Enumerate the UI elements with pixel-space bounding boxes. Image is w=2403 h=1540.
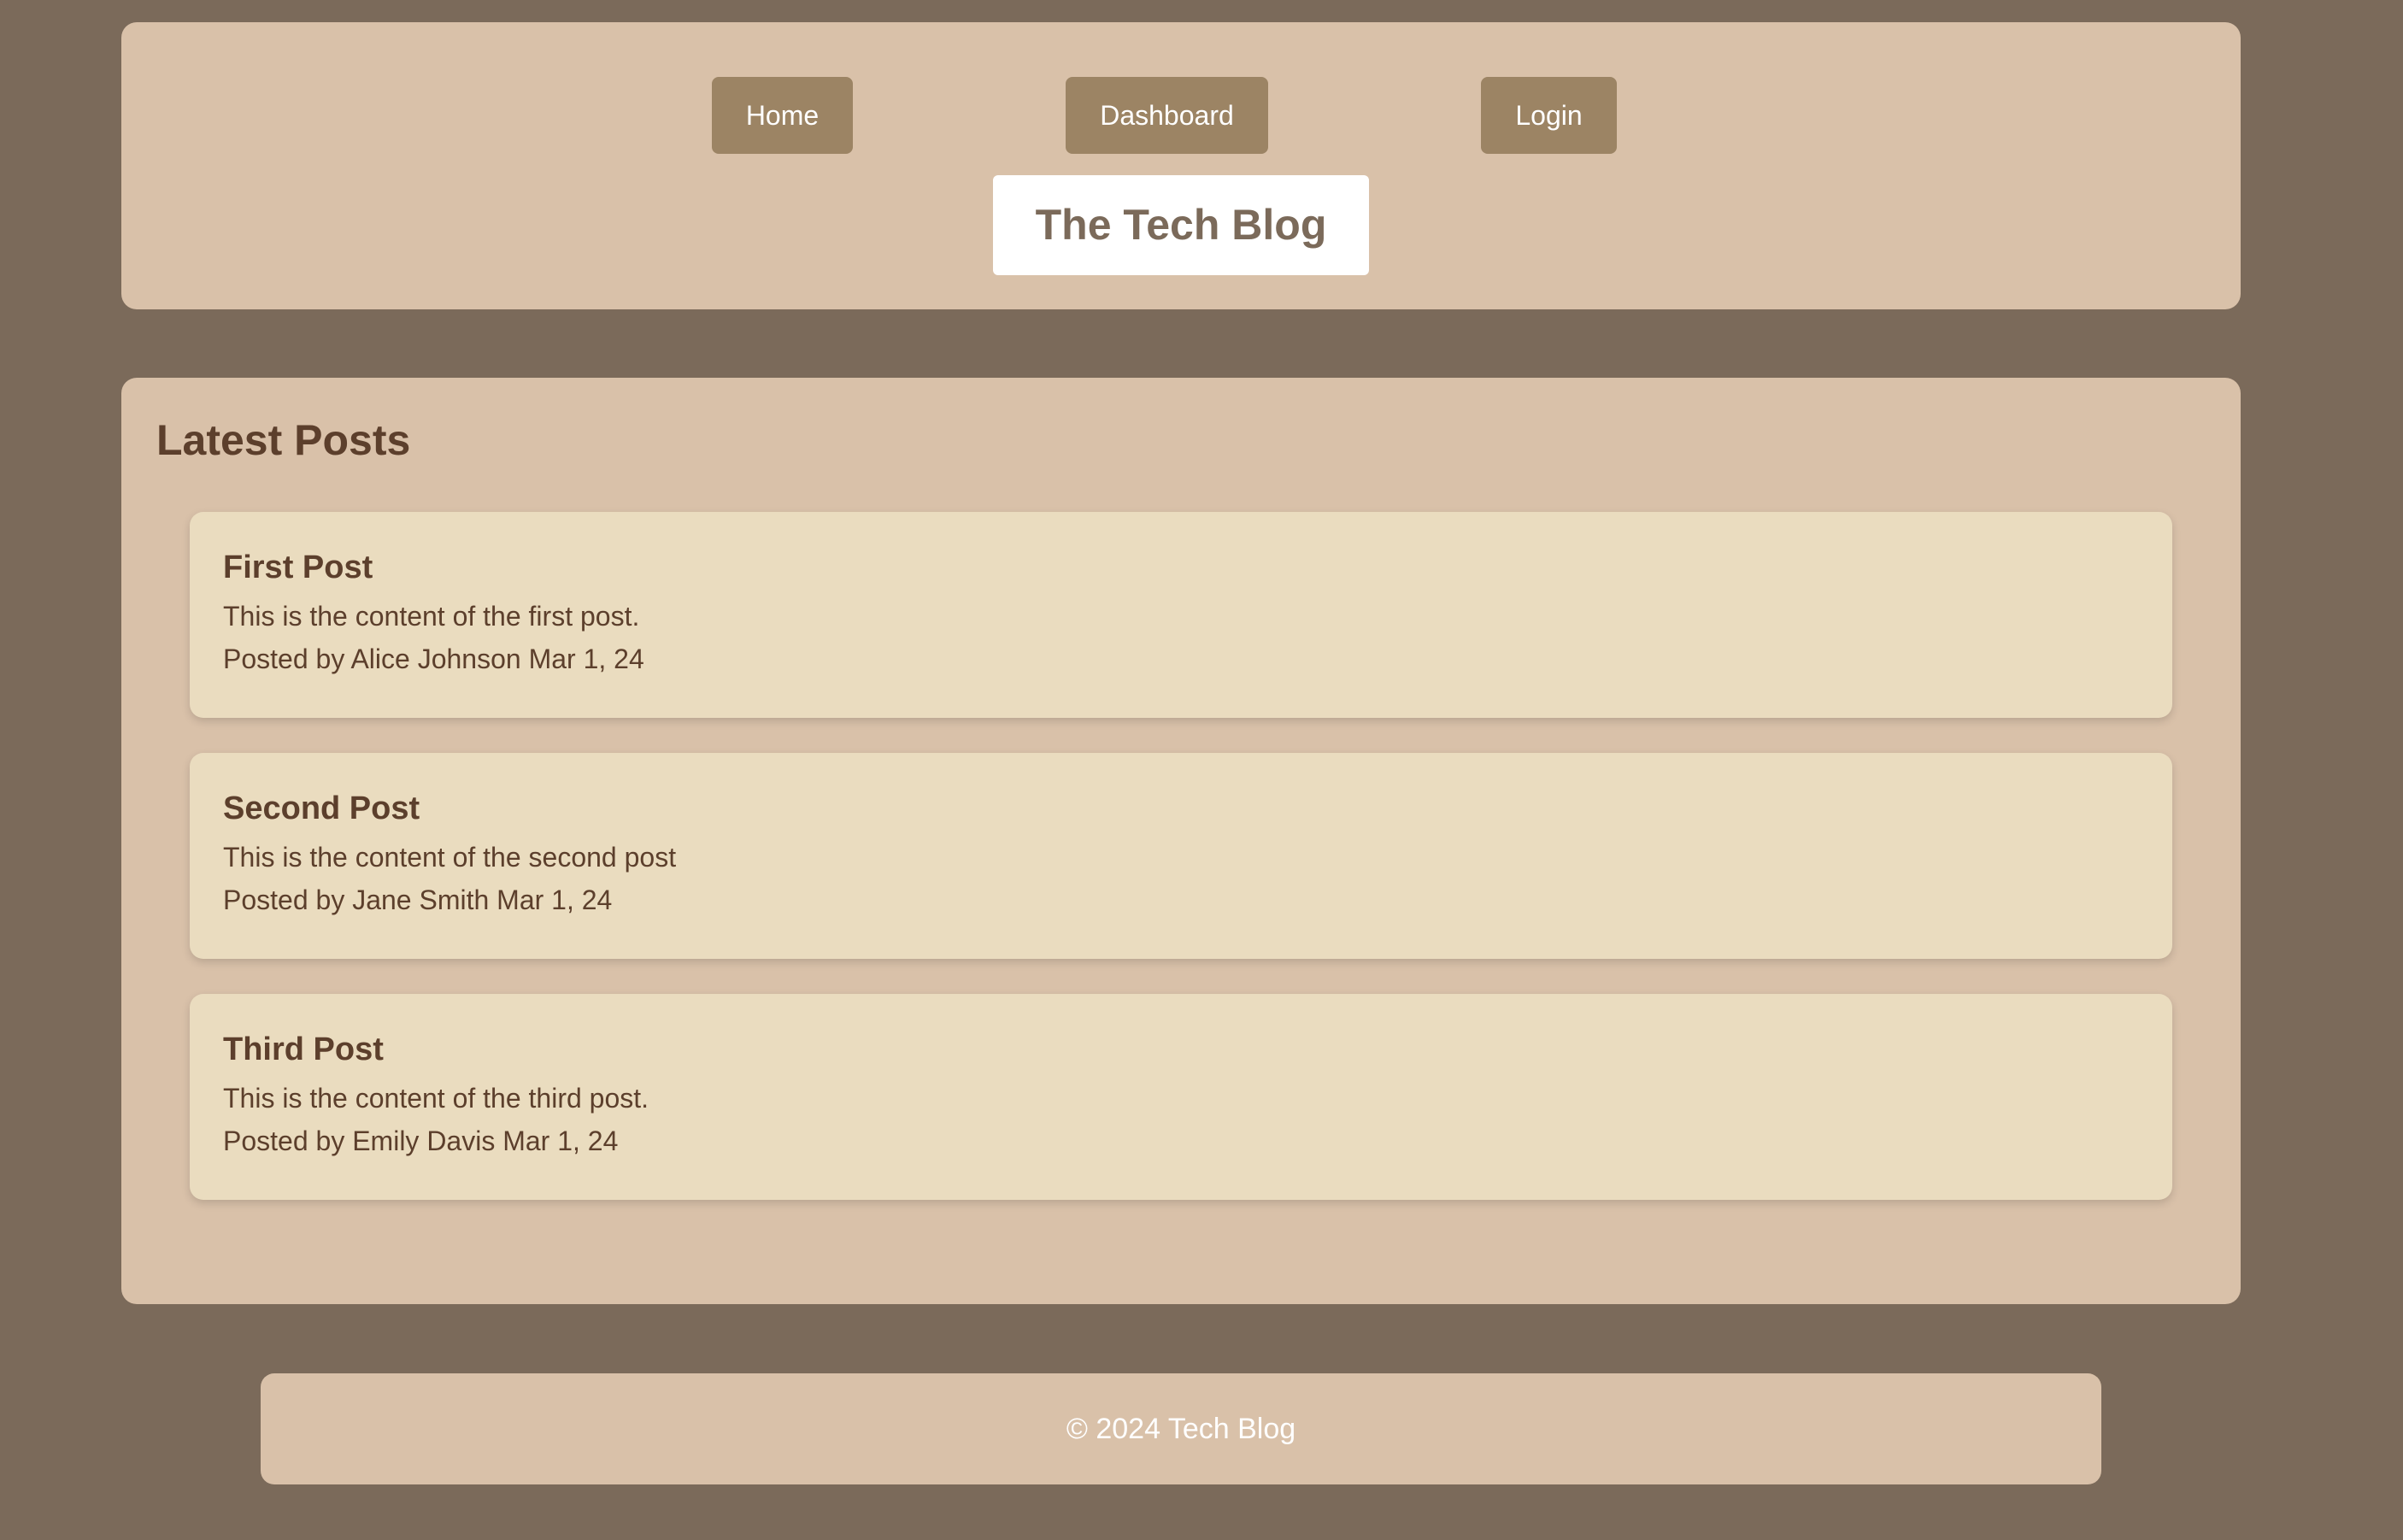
- nav-dashboard-button[interactable]: Dashboard: [1066, 77, 1268, 154]
- latest-posts-section: Latest Posts First Post This is the cont…: [121, 378, 2241, 1304]
- post-title[interactable]: Third Post: [223, 1032, 384, 1068]
- nav-login-button[interactable]: Login: [1481, 77, 1617, 154]
- section-title: Latest Posts: [156, 416, 411, 464]
- post-title[interactable]: First Post: [223, 550, 373, 586]
- post-content: This is the content of the first post.: [223, 601, 640, 632]
- post-meta: Posted by Jane Smith Mar 1, 24: [223, 885, 613, 915]
- site-footer: © 2024 Tech Blog: [261, 1373, 2101, 1484]
- post-meta: Posted by Emily Davis Mar 1, 24: [223, 1126, 619, 1156]
- post-card[interactable]: Second Post This is the content of the s…: [190, 753, 2172, 959]
- post-card[interactable]: First Post This is the content of the fi…: [190, 512, 2172, 718]
- post-title[interactable]: Second Post: [223, 791, 420, 827]
- site-header: Home Dashboard Login The Tech Blog: [121, 22, 2241, 309]
- site-title: The Tech Blog: [993, 175, 1369, 275]
- post-meta: Posted by Alice Johnson Mar 1, 24: [223, 644, 644, 674]
- post-card[interactable]: Third Post This is the content of the th…: [190, 994, 2172, 1200]
- post-content: This is the content of the second post: [223, 842, 677, 873]
- post-content: This is the content of the third post.: [223, 1083, 649, 1114]
- nav-home-button[interactable]: Home: [712, 77, 853, 154]
